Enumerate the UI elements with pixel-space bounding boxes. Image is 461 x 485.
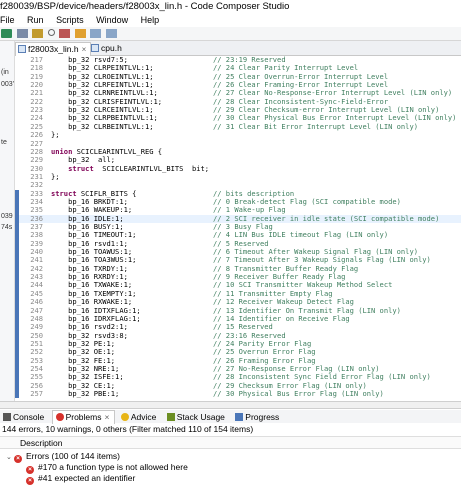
left-strip-text: 039 <box>1 213 13 220</box>
tab-label: Advice <box>130 412 157 422</box>
code-text: }; <box>51 171 60 181</box>
tab-problems[interactable]: Problems × <box>51 410 116 424</box>
tab-stack-usage[interactable]: Stack Usage <box>164 411 230 424</box>
problem-text: #41 expected an identifier <box>38 473 136 483</box>
menu-window[interactable]: Window <box>96 14 128 27</box>
left-strip-text: 003’ <box>1 81 15 88</box>
wrench-icon[interactable] <box>16 29 28 38</box>
left-strip-text: 74s <box>1 224 13 231</box>
back-arrow-icon[interactable] <box>90 29 102 38</box>
tab-progress[interactable]: Progress <box>232 411 284 424</box>
code-text: bp_32 CLRBEINTLVL:1; <box>51 121 154 131</box>
header-file-icon <box>91 44 99 52</box>
errors-group-label: Errors (100 of 144 items) <box>26 451 121 461</box>
menu-bar: File Run Scripts Window Help <box>0 14 461 27</box>
line-number: 257 <box>30 389 43 398</box>
tab-advice[interactable]: Advice <box>118 411 162 424</box>
code-text: struct SCICLEARINTLVL_BITS bit; <box>68 163 210 173</box>
pin-icon[interactable] <box>59 29 71 38</box>
stack-usage-icon <box>166 413 175 421</box>
menu-file[interactable]: File <box>0 14 15 27</box>
problem-row[interactable]: × #41 expected an identifier <box>26 473 136 485</box>
code-text: bp_32 PBE:1; <box>51 389 120 398</box>
build-icon[interactable] <box>32 29 44 38</box>
main-toolbar <box>0 27 461 41</box>
close-icon[interactable]: × <box>82 45 87 54</box>
code-line[interactable]: 226}; <box>15 130 461 140</box>
tab-cpu-h[interactable]: cpu.h <box>89 42 126 55</box>
problems-summary: 144 errors, 10 warnings, 0 others (Filte… <box>2 424 254 434</box>
window-title: f280039/BSP/device/headers/f28003x_lin.h… <box>0 1 290 12</box>
window-title-bar: f280039/BSP/device/headers/f28003x_lin.h… <box>0 0 461 14</box>
tab-f28003x-lin-h[interactable]: f28003x_lin.h × <box>15 42 92 56</box>
column-label: Description <box>20 438 63 448</box>
problem-row[interactable]: × #170 a function type is not allowed her… <box>26 462 188 474</box>
menu-scripts[interactable]: Scripts <box>56 14 84 27</box>
run-icon[interactable] <box>1 29 12 38</box>
tab-label: Stack Usage <box>176 412 225 422</box>
panel-divider[interactable] <box>0 401 461 409</box>
editor-tab-bar: f28003x_lin.h × cpu.h <box>15 41 461 56</box>
problems-icon <box>55 413 64 421</box>
code-line[interactable]: 230 struct SCICLEARINTLVL_BITS bit; <box>15 163 461 173</box>
code-comment: // 30 Physical Bus Error Flag (LIN only) <box>213 389 384 398</box>
errors-group-row[interactable]: ⌄ × Errors (100 of 144 items) <box>6 451 121 463</box>
tab-label: Progress <box>245 412 280 422</box>
close-icon[interactable]: × <box>104 412 109 422</box>
tab-label: cpu.h <box>101 43 122 53</box>
tab-label: Problems <box>65 412 102 422</box>
left-panel-strip: (in 003’ te 039 74s <box>0 41 15 403</box>
tab-console[interactable]: Console <box>0 411 49 424</box>
problem-text: #170 a function type is not allowed here <box>38 462 188 472</box>
code-line[interactable]: 257 bp_32 PBE:1; // 30 Physical Bus Error… <box>15 389 461 398</box>
left-strip-text: (in <box>1 69 9 76</box>
code-text: }; <box>51 130 60 140</box>
progress-icon <box>235 413 244 421</box>
advice-icon <box>120 413 129 421</box>
menu-run[interactable]: Run <box>27 14 44 27</box>
code-line[interactable]: 225 bp_32 CLRBEINTLVL:1;// 31 Clear Bit … <box>15 121 461 131</box>
chevron-down-icon[interactable]: ⌄ <box>6 452 14 463</box>
header-file-icon <box>18 45 26 53</box>
tab-label: f28003x_lin.h <box>28 44 79 54</box>
bottom-panel-tabs: Console Problems × Advice Stack Usage Pro… <box>0 410 461 424</box>
search-icon[interactable] <box>47 29 55 36</box>
code-line[interactable]: 231}; <box>15 171 461 181</box>
tab-label: Console <box>13 412 45 422</box>
code-comment: // 31 Clear Bit Error Interrupt Level (L… <box>213 121 418 131</box>
console-icon <box>3 413 11 421</box>
change-marker <box>15 189 19 399</box>
error-icon: × <box>14 455 22 463</box>
annotation-icon[interactable] <box>74 29 86 38</box>
description-column-header[interactable]: Description <box>0 436 461 449</box>
menu-help[interactable]: Help <box>141 14 160 27</box>
forward-arrow-icon[interactable] <box>105 29 117 38</box>
error-icon: × <box>26 477 34 485</box>
left-strip-text: te <box>1 139 7 146</box>
code-editor[interactable]: 217 bp_32 rsvd7:5;// 23:19 Reserved 218 b… <box>15 56 461 401</box>
